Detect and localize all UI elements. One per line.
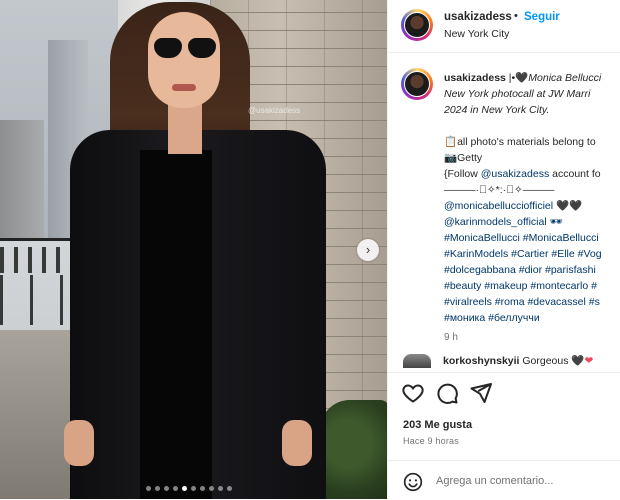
- caption-line: 2024 in New York City.: [444, 104, 550, 116]
- comment-bubble-icon[interactable]: [435, 381, 459, 405]
- photo-watermark: @usakizadess: [248, 106, 301, 115]
- carousel-dot: [146, 486, 151, 491]
- caption-divider: ———·ﾟ✧*:·ﾟ✧———: [444, 184, 555, 196]
- add-comment-input[interactable]: [436, 472, 616, 490]
- caption-avatar[interactable]: [401, 68, 433, 100]
- caption-line: usakizadess |•🖤Monica Bellucci: [444, 72, 602, 84]
- add-comment-bar: [388, 460, 620, 500]
- comment-row: korkoshynskyii Gorgeous 🖤❤: [403, 354, 620, 372]
- carousel-dot: [227, 486, 232, 491]
- caption-line: 📋all photo's materials belong to: [444, 136, 596, 148]
- hashtag-line[interactable]: #MonicaBellucci #MonicaBellucci: [444, 230, 620, 246]
- hashtag-line[interactable]: #моника #беллуччи: [444, 310, 620, 326]
- location-link[interactable]: New York City: [444, 28, 509, 40]
- carousel-dot: [218, 486, 223, 491]
- hashtag-line[interactable]: #viralreels #roma #devacassel #s: [444, 294, 620, 310]
- emoji-icon[interactable]: [403, 472, 423, 492]
- action-bar: [388, 372, 620, 413]
- avatar[interactable]: [401, 9, 433, 41]
- follow-button[interactable]: Seguir: [524, 11, 560, 23]
- caption-time[interactable]: 9 h: [444, 330, 620, 346]
- red-heart-emoji: ❤: [584, 355, 594, 367]
- neck: [168, 104, 202, 154]
- plant: [320, 400, 387, 499]
- comment-text: Gorgeous 🖤: [522, 355, 585, 367]
- carousel-dots: [146, 486, 232, 492]
- paper-plane-icon[interactable]: [469, 381, 493, 405]
- mention-link[interactable]: @monicabellucciofficiel 🖤🖤: [444, 198, 620, 214]
- carousel-dot: [191, 486, 196, 491]
- caption-line: [444, 118, 620, 134]
- sunglasses: [154, 38, 216, 60]
- caption-username[interactable]: usakizadess: [444, 72, 506, 84]
- hashtag-line[interactable]: #dolcegabbana #dior #parisfashi: [444, 262, 620, 278]
- black-top: [140, 150, 212, 499]
- caption-line: 📷Getty: [444, 152, 483, 164]
- likes-count[interactable]: 203 Me gusta: [403, 419, 472, 431]
- carousel-dot: [155, 486, 160, 491]
- commenter-avatar[interactable]: [403, 354, 431, 369]
- carousel-dot: [164, 486, 169, 491]
- hashtag-line[interactable]: #beauty #makeup #montecarlo #: [444, 278, 620, 294]
- heart-outline-icon[interactable]: [401, 381, 425, 405]
- hashtag-line[interactable]: #KarinModels #Cartier #Elle #Vog: [444, 246, 620, 262]
- post-side-panel: usakizadess • Seguir New York City usaki…: [387, 0, 620, 499]
- lips: [172, 84, 196, 91]
- carousel-next-button[interactable]: ›: [357, 239, 379, 261]
- caption-title: Monica Bellucci: [528, 72, 602, 84]
- left-hand: [64, 420, 94, 466]
- carousel-dot: [200, 486, 205, 491]
- posted-time[interactable]: Hace 9 horas: [403, 436, 459, 446]
- post-header: usakizadess • Seguir New York City: [388, 0, 620, 53]
- carousel-dot: [173, 486, 178, 491]
- header-username[interactable]: usakizadess: [444, 11, 512, 23]
- carousel-dot: [182, 486, 187, 491]
- mention-link[interactable]: @usakizadess: [481, 168, 549, 180]
- comment-username[interactable]: korkoshynskyii: [443, 355, 519, 367]
- post-photo[interactable]: @usakizadess ›: [0, 0, 387, 499]
- right-hand: [282, 420, 312, 466]
- face: [148, 12, 220, 108]
- caption: usakizadess |•🖤Monica Bellucci New York …: [444, 70, 620, 346]
- separator-dot: •: [514, 10, 518, 22]
- chevron-right-icon: ›: [365, 242, 371, 257]
- mention-link[interactable]: @karinmodels_official 🕶: [444, 214, 620, 230]
- carousel-dot: [209, 486, 214, 491]
- caption-line: New York photocall at JW Marri: [444, 88, 591, 100]
- skyscraper: [0, 120, 44, 240]
- caption-line: {Follow @usakizadess account fo: [444, 168, 601, 180]
